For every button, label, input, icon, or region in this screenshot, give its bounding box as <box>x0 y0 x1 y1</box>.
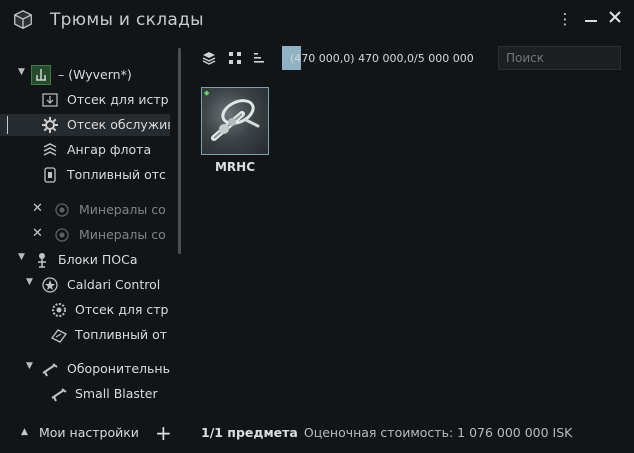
sidebar-item-pos-blocks[interactable]: ▼ Блоки ПОСа <box>0 249 170 271</box>
mineral-icon <box>53 226 71 244</box>
status-bar: 1/1 предмета Оценочная стоимость: 1 076 0… <box>201 425 572 440</box>
status-dot-icon: ◆ <box>204 89 210 97</box>
gear-icon <box>41 116 59 134</box>
window-title: Трюмы и склады <box>50 10 204 30</box>
my-settings-label[interactable]: Мои настройки <box>39 425 139 440</box>
sidebar-item-label: Оборонительны <box>67 361 170 376</box>
weapon-icon <box>41 360 59 378</box>
item-tile-mrhc[interactable]: ◆ <box>201 87 269 155</box>
toolbar: (470 000,0) 470 000,0/5 000 000 <box>195 46 627 70</box>
mobile-tractor-icon <box>211 99 260 141</box>
sidebar-item-fuel-bay-2[interactable]: Топливный от <box>0 324 170 346</box>
fleet-hangar-icon <box>41 141 59 159</box>
sidebar-item-defensive[interactable]: ▼ Оборонительны <box>0 358 170 380</box>
sidebar-item-structure-bay[interactable]: Отсек для стр <box>0 299 170 321</box>
sidebar-item-label: Топливный от <box>75 327 168 342</box>
sidebar-item-small-blaster[interactable]: Small Blaster <box>0 383 170 405</box>
capacity-text: (470 000,0) 470 000,0/5 000 000 <box>290 52 474 65</box>
pos-icon <box>33 251 51 269</box>
grid-view-icon[interactable] <box>227 50 243 66</box>
selection-indicator <box>7 116 8 134</box>
chevron-down-icon[interactable]: ▼ <box>18 67 25 77</box>
sidebar-item-label: Отсек для стр <box>75 302 169 317</box>
sidebar-item-fighter-bay[interactable]: Отсек для истр <box>0 89 170 111</box>
sidebar-item-label: Ангар флота <box>67 142 152 157</box>
sidebar-item-label: – (Wyvern*) <box>58 67 132 82</box>
sidebar-item-label: Отсек обслужив <box>67 117 170 132</box>
chevron-down-icon[interactable]: ▼ <box>18 252 25 262</box>
sort-icon[interactable] <box>252 50 268 66</box>
sidebar-item-caldari-control[interactable]: ▼ Caldari Control <box>0 274 170 296</box>
close-icon[interactable] <box>606 10 624 28</box>
item-label: MRHC <box>214 160 256 174</box>
structure-bay-icon <box>50 301 68 319</box>
sidebar-item-fleet-hangar[interactable]: Ангар флота <box>0 139 170 161</box>
sidebar-item-label: Отсек для истр <box>67 92 169 107</box>
sidebar-item-wyvern[interactable]: ▼ – (Wyvern*) <box>0 64 170 86</box>
blaster-icon <box>50 385 68 403</box>
sidebar-item-minerals-1[interactable]: ✕ Минералы со <box>0 199 170 221</box>
control-tower-icon <box>41 276 59 294</box>
sidebar-footer: ▲ Мои настройки + <box>0 420 180 446</box>
mineral-icon <box>53 201 71 219</box>
sidebar-item-label: Минералы со <box>79 227 166 242</box>
search-input[interactable] <box>498 46 621 70</box>
cargo-icon <box>14 10 32 29</box>
sidebar-item-service-bay[interactable]: Отсек обслужив <box>0 114 170 136</box>
sidebar-item-label: Минералы со <box>79 202 166 217</box>
sidebar-item-label: Топливный отс <box>67 167 166 182</box>
estimated-value: Оценочная стоимость: 1 076 000 000 ISK <box>303 425 573 440</box>
title-bar: Трюмы и склады ⋮ <box>0 0 634 40</box>
ship-icon <box>31 65 51 85</box>
sidebar-item-fuel-bay[interactable]: Топливный отс <box>0 164 170 186</box>
sidebar-item-label: Caldari Control <box>67 277 161 292</box>
fuel-bay-icon <box>50 326 68 344</box>
layers-icon[interactable] <box>201 50 217 66</box>
item-count: 1/1 предмета <box>201 425 298 440</box>
fighter-bay-icon <box>41 91 59 109</box>
sidebar-item-label: Small Blaster <box>75 386 158 401</box>
kebab-icon[interactable]: ⋮ <box>556 10 574 28</box>
remove-icon[interactable]: ✕ <box>32 226 43 241</box>
minimize-icon[interactable] <box>582 10 600 28</box>
remove-icon[interactable]: ✕ <box>32 201 43 216</box>
fuel-bay-icon <box>41 166 59 184</box>
sidebar-item-minerals-2[interactable]: ✕ Минералы со <box>0 224 170 246</box>
sidebar-scrollbar[interactable] <box>178 48 181 254</box>
chevron-down-icon[interactable]: ▼ <box>26 361 33 371</box>
add-icon[interactable]: + <box>155 421 172 445</box>
chevron-down-icon[interactable]: ▼ <box>26 277 33 287</box>
sidebar-item-label: Блоки ПОСа <box>58 252 138 267</box>
chevron-up-icon[interactable]: ▲ <box>21 427 28 437</box>
